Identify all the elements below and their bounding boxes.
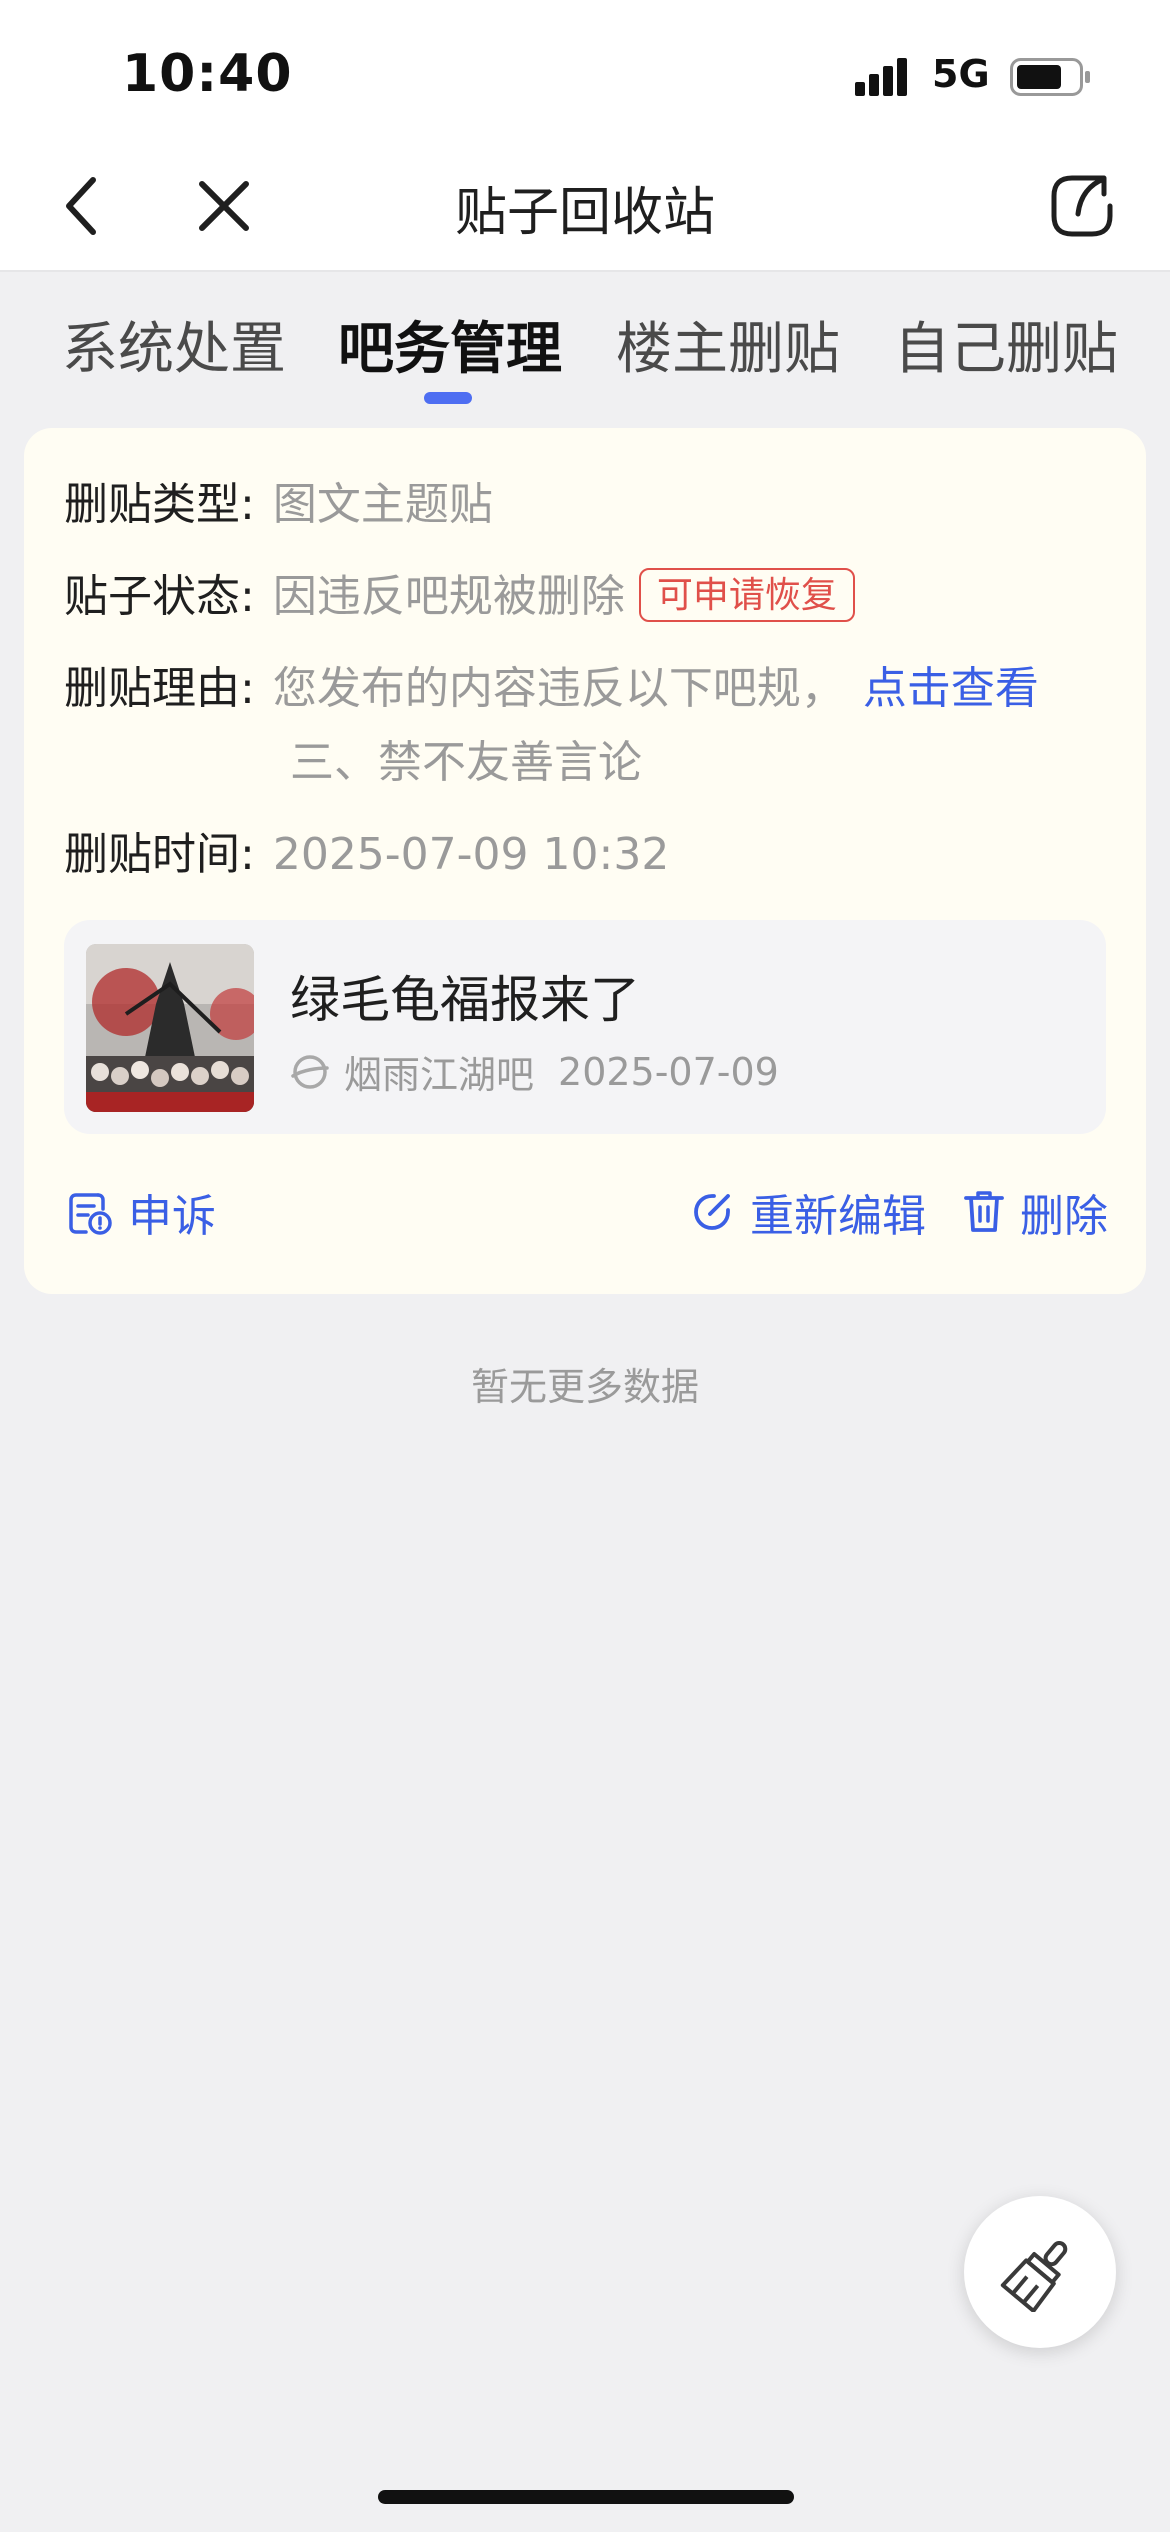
post-status-label: 贴子状态:	[64, 571, 255, 622]
status-time: 10:40	[122, 44, 293, 104]
delete-button[interactable]: 删除	[962, 1180, 1108, 1244]
active-tab-indicator	[424, 392, 472, 404]
deleted-post-card: 删贴类型: 图文主题贴 贴子状态: 因违反吧规被删除 可申请恢复 删贴理由: 您发布的内…	[24, 428, 1146, 1294]
delete-type-label: 删贴类型:	[64, 479, 255, 530]
delete-label: 删除	[1020, 1191, 1108, 1242]
delete-type-row: 删贴类型: 图文主题贴	[64, 468, 493, 532]
clean-up-button[interactable]	[964, 2196, 1116, 2348]
home-indicator	[378, 2490, 794, 2504]
forum-planet-icon	[291, 1054, 329, 1089]
tab-self-deleted[interactable]: 自己删贴	[894, 304, 1118, 385]
post-thumbnail	[86, 944, 254, 1112]
status-badge: 可申请恢复	[638, 568, 855, 622]
view-rules-link[interactable]: 点击查看	[863, 663, 1039, 714]
broom-icon	[1000, 2241, 1068, 2312]
post-date: 2025-07-09	[558, 1049, 779, 1094]
signal-icon	[855, 58, 907, 96]
delete-reason-detail-row: 三、禁不友善言论	[290, 726, 642, 790]
tab-bar: 系统处置 吧务管理 楼主删贴 自己删贴	[0, 272, 1170, 422]
no-more-data-text: 暂无更多数据	[470, 1365, 699, 1409]
appeal-document-icon	[69, 1193, 112, 1235]
delete-reason-value: 您发布的内容违反以下吧规，	[272, 663, 845, 714]
share-icon	[1051, 175, 1113, 237]
post-status-row: 贴子状态: 因违反吧规被删除 可申请恢复	[64, 560, 855, 624]
trash-icon	[964, 1191, 1004, 1232]
battery-icon	[1010, 58, 1090, 96]
delete-time-row: 删贴时间: 2025-07-09 10:32	[64, 818, 669, 882]
delete-reason-detail: 三、禁不友善言论	[290, 737, 642, 788]
delete-time-value: 2025-07-09 10:32	[272, 829, 670, 880]
post-meta: 烟雨江湖吧 2025-07-09	[290, 1044, 779, 1099]
post-status-value: 因违反吧规被删除	[272, 571, 625, 622]
reedit-button[interactable]: 重新编辑	[688, 1180, 926, 1244]
delete-time-label: 删贴时间:	[64, 829, 255, 880]
tab-bar-admin[interactable]: 吧务管理	[338, 304, 562, 385]
edit-icon	[694, 1194, 730, 1230]
nav-bar: 贴子回收站	[0, 140, 1170, 272]
reedit-label: 重新编辑	[750, 1191, 926, 1242]
appeal-button[interactable]: 申诉	[64, 1180, 216, 1244]
card-actions: 申诉 重新编辑 删除	[24, 1180, 1146, 1250]
network-type: 5G	[932, 52, 990, 96]
delete-type-value: 图文主题贴	[272, 479, 493, 530]
post-preview[interactable]: 绿毛龟福报来了 烟雨江湖吧 2025-07-09	[64, 920, 1106, 1134]
recycle-bin-page: 10:40 5G 贴子回收站 系统处置 吧务管理 楼主删贴 自己删贴 删贴类型:…	[0, 0, 1170, 2532]
tab-system[interactable]: 系统处置	[62, 304, 286, 385]
page-title: 贴子回收站	[454, 183, 715, 243]
forum-name[interactable]: 烟雨江湖吧	[344, 1044, 534, 1099]
tab-owner-deleted[interactable]: 楼主删贴	[616, 304, 840, 385]
status-bar: 10:40 5G	[0, 0, 1170, 140]
post-title: 绿毛龟福报来了	[290, 971, 640, 1029]
delete-reason-row: 删贴理由: 您发布的内容违反以下吧规， 点击查看	[64, 652, 1039, 716]
share-button[interactable]	[1040, 164, 1124, 248]
delete-reason-label: 删贴理由:	[64, 663, 255, 714]
appeal-label: 申诉	[128, 1191, 216, 1242]
